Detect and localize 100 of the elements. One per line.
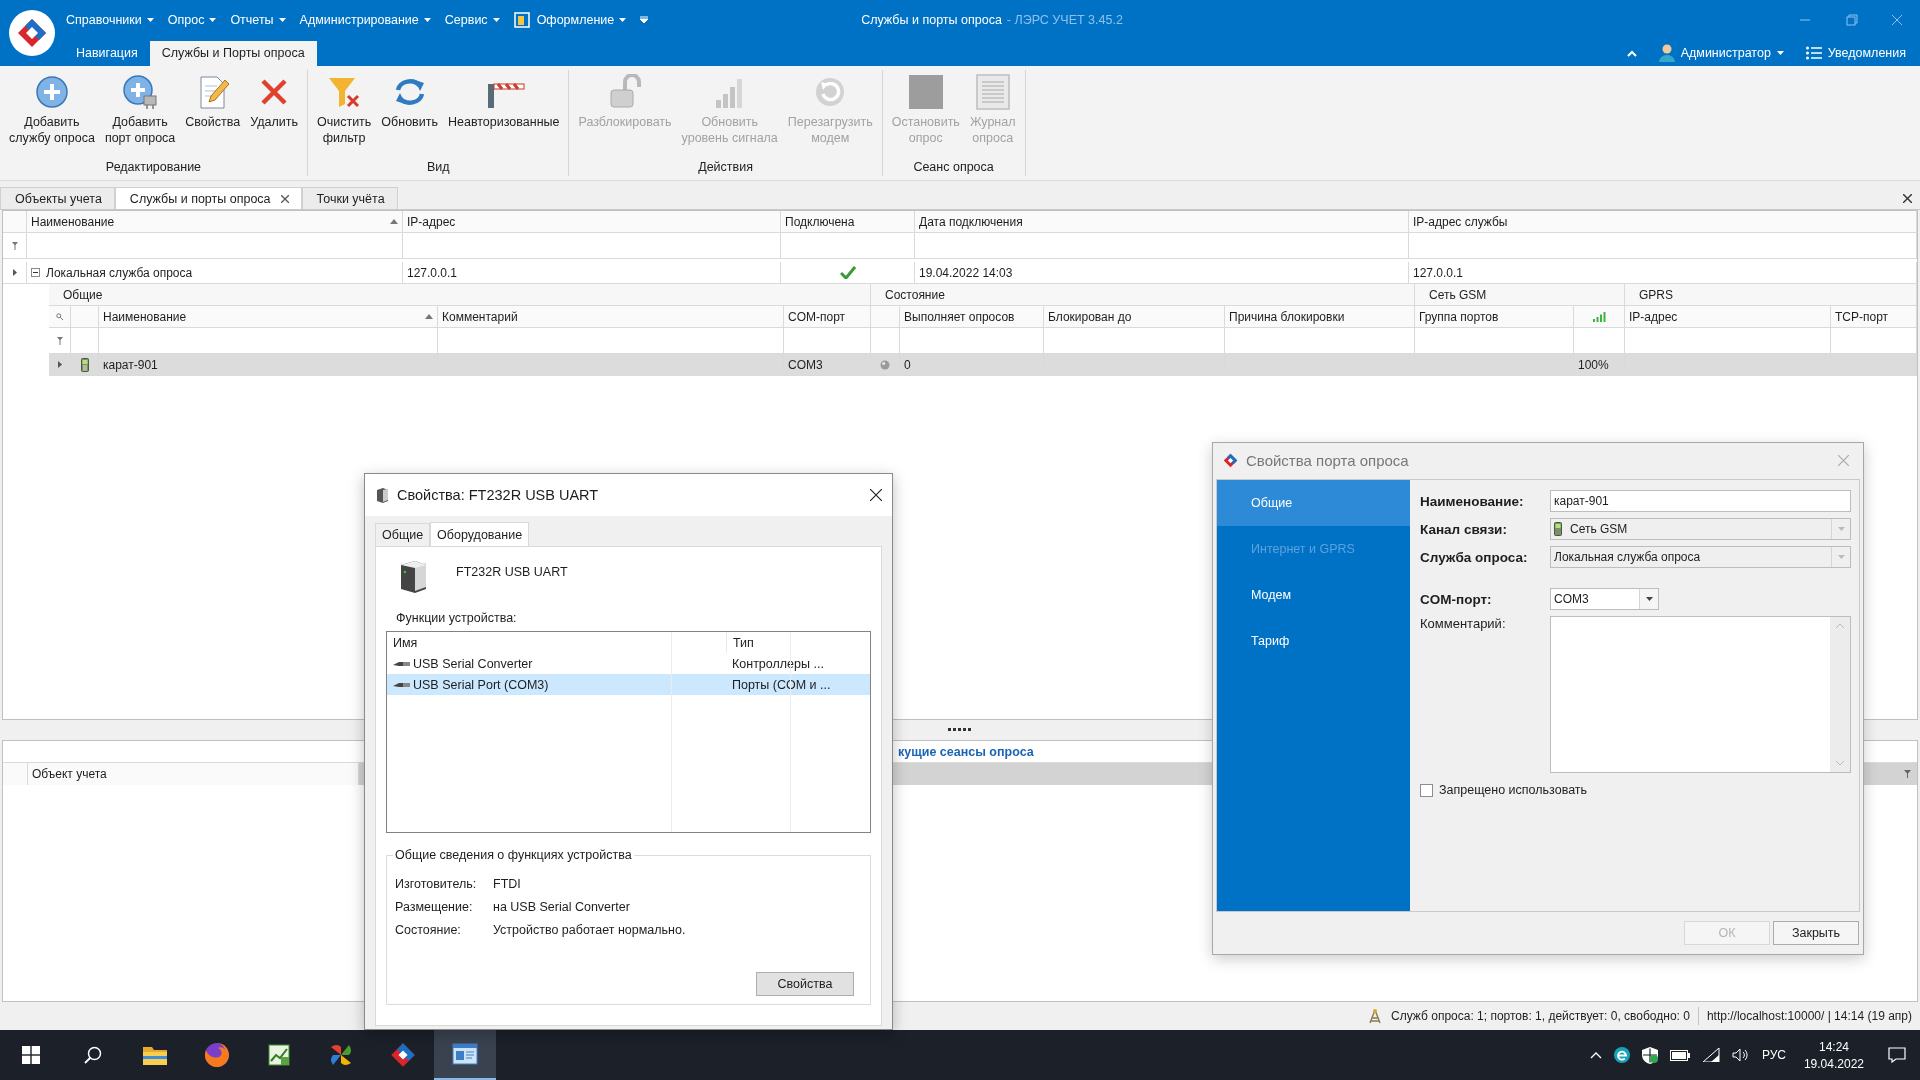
- start-icon[interactable]: [22, 1046, 40, 1064]
- expand-toggle-icon[interactable]: [31, 268, 40, 277]
- antenna-tower-icon: [1367, 1008, 1384, 1024]
- customize-arrow-icon[interactable]: [640, 16, 649, 24]
- column-header[interactable]: COM-порт: [784, 306, 871, 328]
- ribbon-tab[interactable]: Навигация: [64, 41, 150, 66]
- function-type: Контроллеры ...: [731, 656, 825, 671]
- drive-icon: [375, 487, 389, 503]
- browser-icon: [204, 1042, 230, 1068]
- shield-icon[interactable]: [1641, 1046, 1658, 1064]
- column-header[interactable]: IP-адрес: [1625, 306, 1831, 328]
- menu-item[interactable]: Опрос: [167, 13, 217, 27]
- column-header[interactable]: Объект учета: [28, 763, 359, 785]
- close-icon[interactable]: [280, 194, 289, 203]
- nav-item[interactable]: Модем: [1217, 572, 1410, 618]
- search-icon[interactable]: [84, 1046, 102, 1064]
- column-header[interactable]: Тип: [726, 632, 844, 653]
- app-logo-icon[interactable]: [9, 10, 55, 56]
- row-arrow-icon: [57, 361, 62, 368]
- notification-icon[interactable]: [1888, 1047, 1906, 1063]
- group-title: Общие сведения о функциях устройства: [393, 848, 634, 862]
- properties-button[interactable]: Свойства: [756, 972, 854, 996]
- document-tab[interactable]: Службы и порты опроса: [114, 187, 302, 209]
- ribbon-button[interactable]: Обновить: [376, 70, 443, 160]
- scroll-up-icon: [1836, 623, 1844, 628]
- column-header[interactable]: Выполняет опросов: [900, 306, 1044, 328]
- property-value: Устройство работает нормально.: [493, 922, 687, 937]
- property-label: Размещение:: [395, 899, 474, 914]
- group-label: Сеанс опроса: [912, 160, 995, 176]
- ribbon-button[interactable]: Очистить фильтр: [311, 70, 377, 160]
- dropdown-field[interactable]: COM3: [1550, 588, 1659, 610]
- taskbar-button[interactable]: [434, 1030, 496, 1080]
- menu-item[interactable]: Отчеты: [230, 13, 286, 27]
- menu-item[interactable]: Администрирование: [299, 13, 431, 27]
- ribbon-button[interactable]: Удалить: [245, 70, 303, 160]
- group-label: Редактирование: [104, 160, 203, 176]
- close-icon[interactable]: [870, 489, 882, 501]
- column-header[interactable]: Наименование: [27, 211, 403, 233]
- filter-cell[interactable]: [1409, 233, 1917, 259]
- filter-icon[interactable]: [1904, 770, 1911, 778]
- ribbon-button[interactable]: Свойства: [180, 70, 246, 160]
- comment-field[interactable]: [1550, 616, 1851, 773]
- column-header[interactable]: Блокирован до: [1044, 306, 1225, 328]
- checkbox[interactable]: [1420, 783, 1433, 797]
- ribbon-button[interactable]: Добавить службу опроса: [4, 70, 100, 160]
- column-header[interactable]: Комментарий: [438, 306, 784, 328]
- menu-item[interactable]: Оформление: [513, 12, 627, 28]
- ribbon-button[interactable]: Неавторизованные: [442, 70, 565, 160]
- field-label: Комментарий:: [1420, 616, 1507, 631]
- collapse-ribbon-icon[interactable]: [1626, 49, 1637, 57]
- battery-icon[interactable]: [1669, 1049, 1690, 1061]
- dialog-tab[interactable]: Общие: [375, 523, 431, 546]
- filter-cell[interactable]: [403, 233, 781, 259]
- column-header[interactable]: [1574, 306, 1625, 328]
- column-header[interactable]: Наименование: [99, 306, 438, 328]
- round-app-icon[interactable]: [1613, 1047, 1630, 1063]
- menu-item[interactable]: Сервис: [444, 13, 500, 27]
- caret-icon: [1776, 51, 1784, 55]
- ribbon-tab[interactable]: Службы и Порты опроса: [149, 41, 317, 66]
- nav-item[interactable]: Тариф: [1217, 618, 1410, 664]
- filter-cell[interactable]: [27, 233, 403, 259]
- document-tab[interactable]: Объекты учета: [0, 187, 115, 209]
- speaker-icon[interactable]: [1731, 1048, 1750, 1062]
- clock[interactable]: 14:24 19.04.2022: [1803, 1039, 1864, 1071]
- close-icon[interactable]: [1903, 193, 1912, 203]
- notifications-button[interactable]: Уведомления: [1805, 46, 1906, 60]
- splitter-grip-icon[interactable]: [948, 728, 972, 732]
- filter-cell[interactable]: [915, 233, 1409, 259]
- column-header[interactable]: TCP-порт: [1831, 306, 1917, 328]
- text-field[interactable]: карат-901: [1550, 490, 1851, 512]
- filter-cell[interactable]: [781, 233, 915, 259]
- column-header[interactable]: Имя: [387, 635, 726, 650]
- list-item[interactable]: USB Serial Port (COM3) Порты (COM и ...: [387, 674, 870, 695]
- list-document-icon: [974, 74, 1011, 110]
- user-menu[interactable]: Администратор: [1658, 44, 1784, 62]
- column-header[interactable]: Дата подключения: [915, 211, 1409, 233]
- group-label: Вид: [425, 160, 451, 176]
- column-header[interactable]: Группа портов: [1415, 306, 1574, 328]
- function-type: Порты (COM и ...: [731, 677, 832, 692]
- dropdown-arrow-icon: [1837, 527, 1845, 531]
- table-row[interactable]: карат-901 COM3 0 100%: [49, 354, 1917, 376]
- column-header[interactable]: Причина блокировки: [1225, 306, 1415, 328]
- table-cell: карат-901: [99, 354, 438, 376]
- stop-icon: [907, 74, 944, 110]
- column-header[interactable]: IP-адрес: [403, 211, 781, 233]
- column-header[interactable]: Подключена: [781, 211, 915, 233]
- input-language[interactable]: РУС: [1761, 1048, 1786, 1062]
- column-header[interactable]: IP-адрес службы: [1409, 211, 1917, 233]
- menu-item[interactable]: Справочники: [66, 13, 154, 27]
- dialog-button[interactable]: Закрыть: [1773, 921, 1859, 945]
- nav-item[interactable]: Общие: [1217, 480, 1410, 526]
- dropdown-field[interactable]: Локальная служба опроса: [1550, 546, 1851, 568]
- document-tab[interactable]: Точки учёта: [301, 187, 398, 209]
- diamond-logo-icon: [390, 1042, 416, 1068]
- chevron-up-icon[interactable]: [1589, 1051, 1602, 1059]
- dropdown-field[interactable]: Сеть GSM: [1550, 518, 1851, 540]
- wifi-icon[interactable]: [1701, 1048, 1720, 1062]
- ribbon-button[interactable]: Добавить порт опроса: [99, 70, 181, 160]
- list-item[interactable]: USB Serial Converter Контроллеры ...: [387, 653, 870, 674]
- dialog-tab[interactable]: Оборудование: [430, 522, 530, 546]
